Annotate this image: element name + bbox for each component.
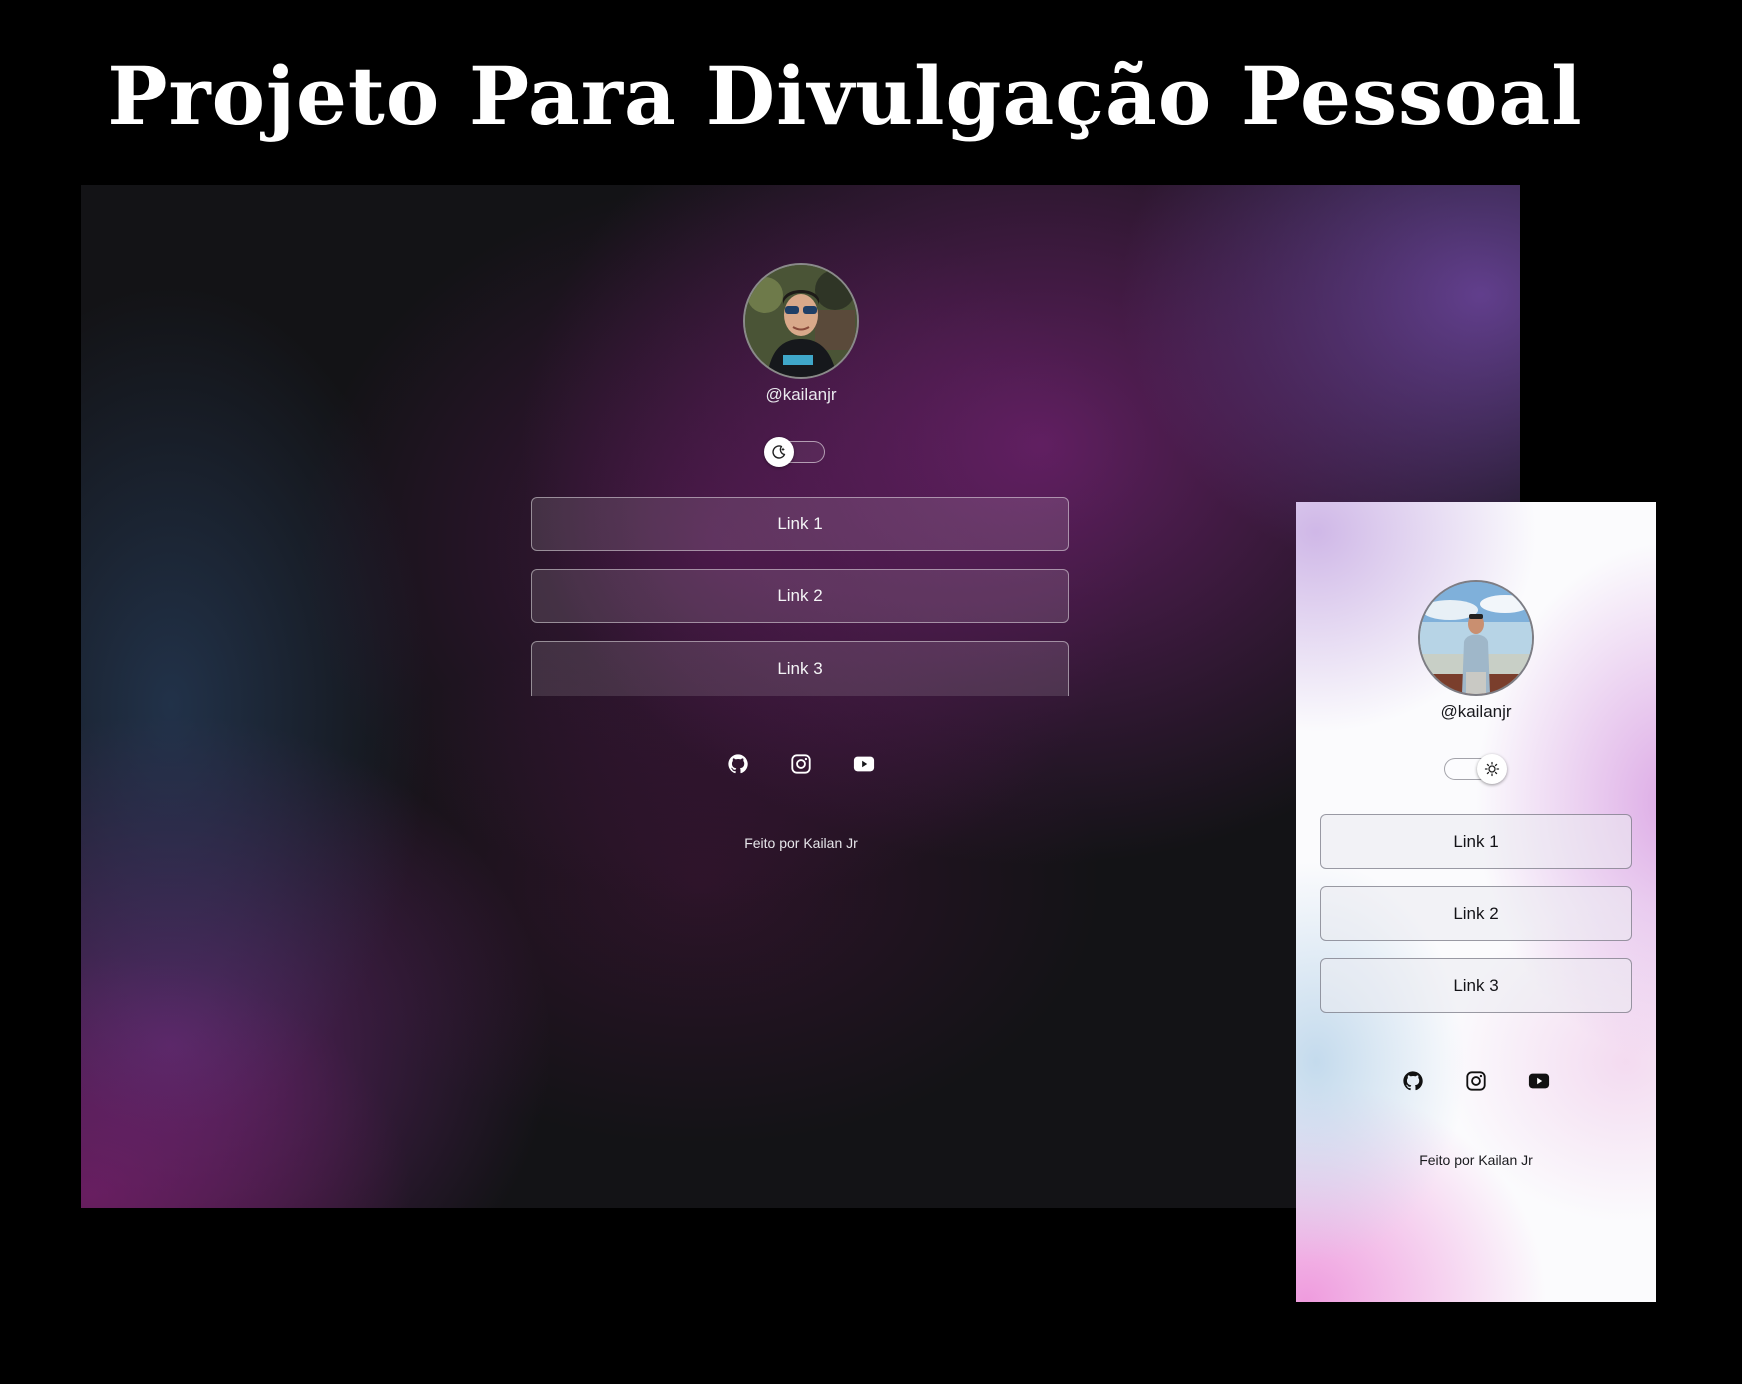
footer-credit: Feito por Kailan Jr	[1419, 1152, 1533, 1168]
github-icon[interactable]	[726, 752, 750, 776]
link-button-1[interactable]: Link 1	[531, 497, 1069, 551]
link-button-2[interactable]: Link 2	[531, 569, 1069, 623]
link-button-1[interactable]: Link 1	[1320, 814, 1632, 869]
theme-toggle[interactable]	[764, 437, 825, 467]
social-links	[726, 752, 876, 782]
sun-icon	[1484, 761, 1500, 777]
github-icon[interactable]	[1401, 1069, 1425, 1093]
mobile-light-preview: @kailanjr Link 1 Link 2 Link 3 Feito por…	[1296, 502, 1656, 1302]
social-links	[1401, 1069, 1551, 1099]
footer-credit: Feito por Kailan Jr	[744, 835, 858, 851]
link-button-2[interactable]: Link 2	[1320, 886, 1632, 941]
toggle-knob[interactable]	[1477, 754, 1507, 784]
avatar	[1418, 580, 1534, 696]
profile-handle: @kailanjr	[1440, 702, 1512, 721]
avatar-photo	[1420, 582, 1532, 694]
youtube-icon[interactable]	[1527, 1069, 1551, 1093]
showcase-title: Projeto Para Divulgação Pessoal	[107, 49, 1583, 143]
showcase-page: Projeto Para Divulgação Pessoal @kailanj…	[0, 0, 1742, 1384]
youtube-icon[interactable]	[852, 752, 876, 776]
moon-icon	[772, 445, 786, 459]
link-button-3[interactable]: Link 3	[1320, 958, 1632, 1013]
avatar-photo	[745, 265, 857, 377]
instagram-icon[interactable]	[1464, 1069, 1488, 1093]
toggle-knob[interactable]	[764, 437, 794, 467]
link-button-3[interactable]: Link 3	[531, 641, 1069, 696]
profile-handle: @kailanjr	[765, 385, 837, 404]
avatar	[743, 263, 859, 379]
theme-toggle[interactable]	[1444, 754, 1507, 784]
instagram-icon[interactable]	[789, 752, 813, 776]
